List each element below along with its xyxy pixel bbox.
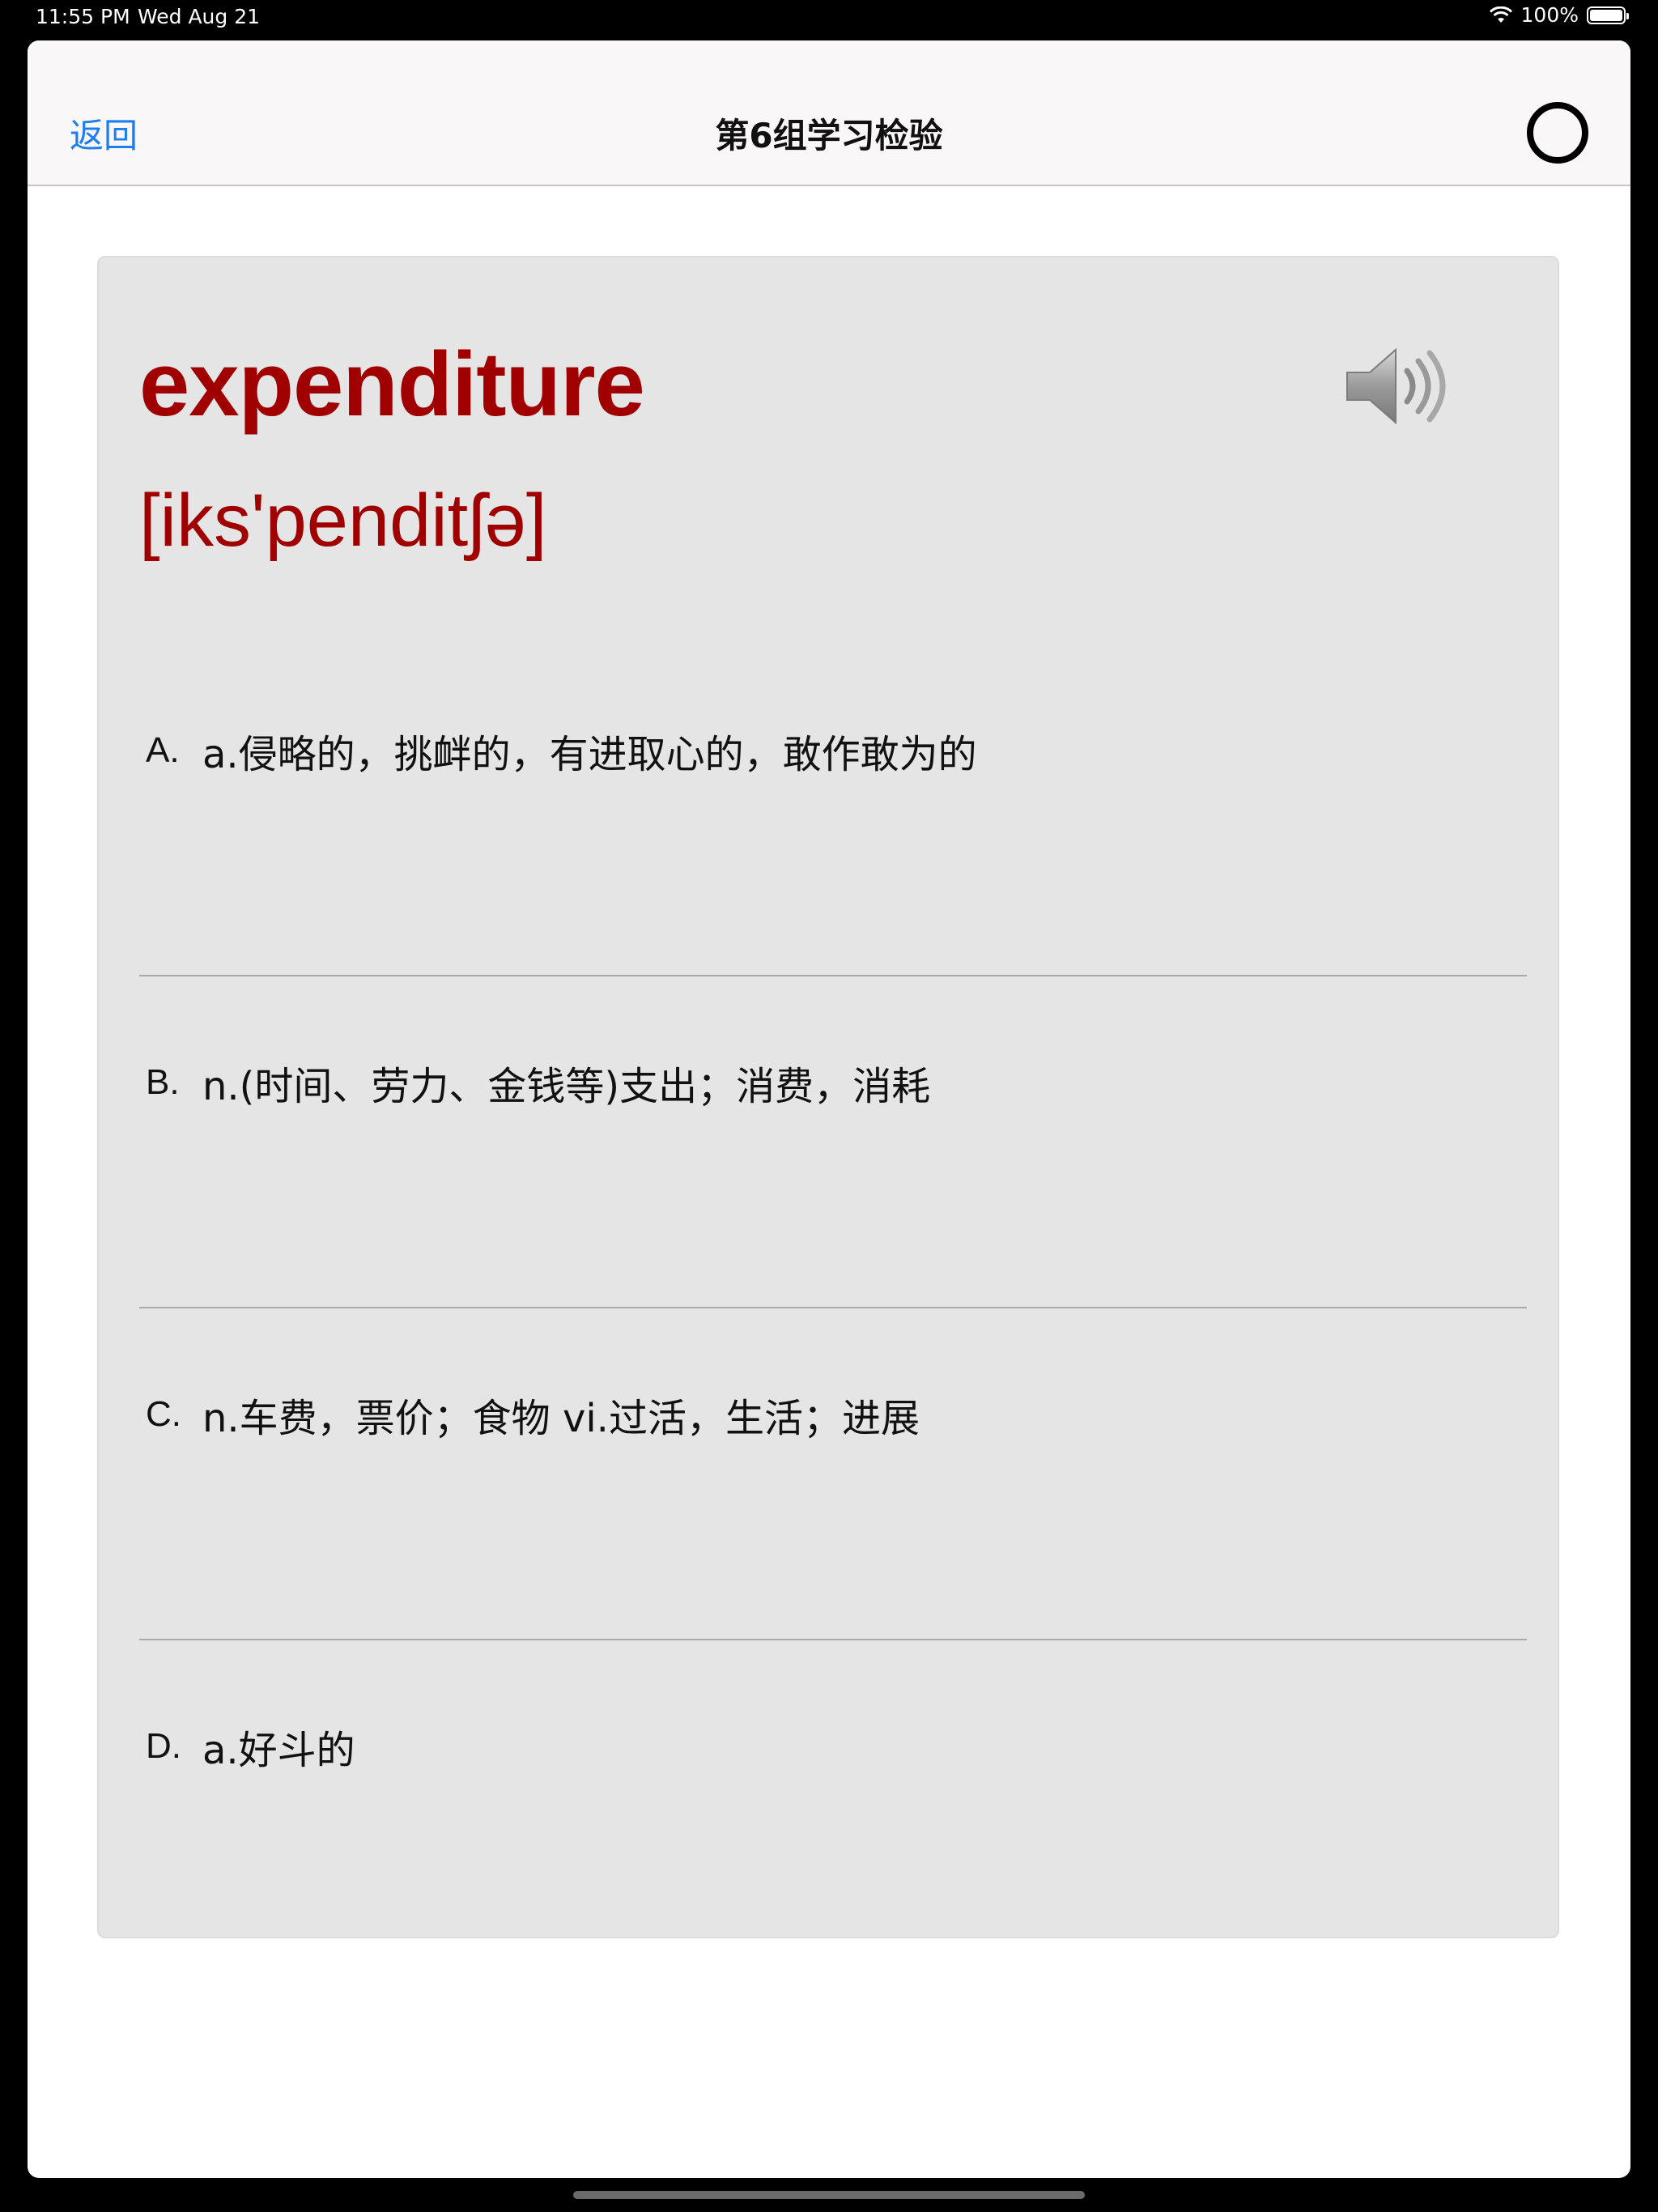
battery-icon bbox=[1587, 6, 1629, 24]
wifi-icon bbox=[1489, 6, 1513, 24]
option-text: n.车费，票价；食物 vi.过活，生活；进展 bbox=[202, 1396, 920, 1441]
option-text: n.(时间、劳力、金钱等)支出；消费，消耗 bbox=[202, 1064, 931, 1109]
status-time: 11:55 PM bbox=[36, 5, 130, 28]
option-text: a.好斗的 bbox=[202, 1728, 355, 1773]
option-a[interactable]: A. a.侵略的，挑衅的，有进取心的，敢作敢为的 bbox=[139, 585, 1527, 917]
option-d[interactable]: D. a.好斗的 bbox=[139, 1580, 1527, 1912]
vocabulary-word: expenditure bbox=[139, 334, 645, 435]
circle-icon[interactable] bbox=[1527, 102, 1588, 164]
home-indicator[interactable] bbox=[573, 2191, 1085, 2199]
speaker-icon[interactable] bbox=[1342, 342, 1452, 431]
phonetic-transcription: [iks'penditʃə] bbox=[139, 479, 547, 562]
quiz-sheet: 返回 第6组学习检验 expenditure [iks'penditʃə] A.… bbox=[28, 40, 1630, 2178]
option-letter: B. bbox=[146, 1062, 180, 1102]
option-letter: D. bbox=[146, 1726, 181, 1766]
status-date: Wed Aug 21 bbox=[138, 5, 261, 28]
option-letter: C. bbox=[146, 1394, 181, 1434]
option-letter: A. bbox=[146, 730, 180, 770]
page-title: 第6组学习检验 bbox=[715, 116, 943, 155]
status-bar: 11:55 PM Wed Aug 21 100% bbox=[0, 0, 1658, 37]
battery-percent: 100% bbox=[1520, 3, 1579, 27]
status-indicators: 100% bbox=[1489, 3, 1629, 27]
option-text: a.侵略的，挑衅的，有进取心的，敢作敢为的 bbox=[202, 732, 977, 777]
option-c[interactable]: C. n.车费，票价；食物 vi.过活，生活；进展 bbox=[139, 1249, 1527, 1580]
word-card: expenditure [iks'penditʃə] A. a.侵略的，挑衅的，… bbox=[97, 256, 1559, 1938]
navigation-bar: 返回 第6组学习检验 bbox=[28, 40, 1630, 186]
option-b[interactable]: B. n.(时间、劳力、金钱等)支出；消费，消耗 bbox=[139, 917, 1527, 1249]
